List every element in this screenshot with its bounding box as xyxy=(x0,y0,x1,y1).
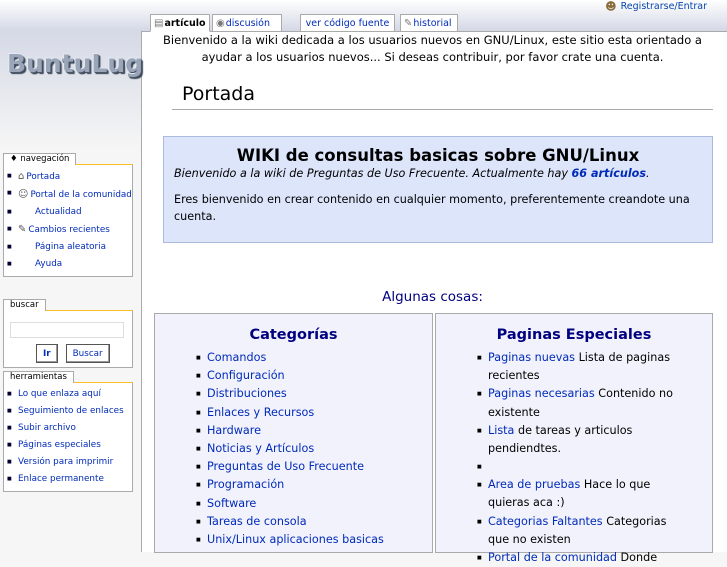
user-icon: ☻ xyxy=(605,0,617,13)
section-heading: Algunas cosas: xyxy=(382,289,483,305)
search-input[interactable] xyxy=(10,322,124,338)
sidebar-item-portada[interactable]: ⌂Portada xyxy=(7,168,132,186)
list-item: Paginas necesarias Contenido no existent… xyxy=(436,385,712,421)
changes-icon: ✎ xyxy=(18,224,27,235)
special-link[interactable]: Paginas nuevas xyxy=(488,351,575,364)
list-item xyxy=(436,458,712,476)
category-link[interactable]: Unix/Linux aplicaciones basicas xyxy=(155,531,432,549)
tab-history[interactable]: ✎historial xyxy=(400,14,458,31)
tools-portlet: herramientas Lo que enlaza aquí Seguimie… xyxy=(3,364,133,492)
list-item: Area de pruebas Hace lo que quieras aca … xyxy=(436,476,712,512)
sidebar-item-help[interactable]: Ayuda xyxy=(7,256,132,273)
sidebar-item-random-page[interactable]: Página aleatoria xyxy=(7,239,132,256)
people-icon: ☺ xyxy=(18,189,29,200)
sidebar-item-community-portal[interactable]: ☺Portal de la comunidad xyxy=(7,186,132,204)
special-link[interactable]: Paginas necesarias xyxy=(488,387,595,400)
category-link[interactable]: Preguntas de Uso Frecuente xyxy=(155,458,432,476)
history-icon: ✎ xyxy=(404,18,413,29)
tool-related-changes[interactable]: Seguimiento de enlaces xyxy=(7,403,132,420)
list-item: Categorias Faltantes Categorias que no e… xyxy=(436,513,712,549)
search-portlet: buscar Ir Buscar xyxy=(3,292,133,368)
tool-what-links-here[interactable]: Lo que enlaza aquí xyxy=(7,386,132,403)
article-icon: ▤ xyxy=(154,18,164,29)
navigation-portlet: ♦ navegación ⌂Portada ☺Portal de la comu… xyxy=(3,146,133,277)
intro-subtitle: Bienvenido a la wiki de Preguntas de Uso… xyxy=(174,167,650,180)
go-button[interactable]: Ir xyxy=(36,344,58,363)
category-link[interactable]: Software xyxy=(155,495,432,513)
intro-box: WIKI de consultas basicas sobre GNU/Linu… xyxy=(163,136,713,243)
special-pages-title[interactable]: Paginas Especiales xyxy=(436,314,712,349)
list-item: Portal de la comunidad Donde xyxy=(436,549,712,567)
site-logo[interactable]: BuntuLug xyxy=(7,49,143,78)
tab-article[interactable]: ▤artículo xyxy=(150,14,210,32)
list-item: Lista de tareas y articulos pendiendtes. xyxy=(436,422,712,458)
tools-title: herramientas xyxy=(3,371,74,383)
intro-title: WIKI de consultas basicas sobre GNU/Linu… xyxy=(236,146,640,165)
discussion-icon: ◉ xyxy=(216,18,225,29)
special-pages-box: Paginas Especiales Paginas nuevas Lista … xyxy=(435,313,713,567)
category-link[interactable]: Enlaces y Recursos xyxy=(155,404,432,422)
category-link[interactable]: Programación xyxy=(155,476,432,494)
tool-printable-version[interactable]: Versión para imprimir xyxy=(7,454,132,471)
intro-text: Eres bienvenido en crear contenido en cu… xyxy=(174,193,690,223)
search-button[interactable]: Buscar xyxy=(65,344,110,363)
categories-title[interactable]: Categorías xyxy=(155,314,432,349)
special-link[interactable]: Categorias Faltantes xyxy=(488,515,603,528)
home-icon: ⌂ xyxy=(18,171,25,182)
search-title: buscar xyxy=(3,299,46,311)
tab-view-source[interactable]: ver código fuente xyxy=(300,14,395,31)
navigation-title: ♦ navegación xyxy=(3,153,77,165)
personal-tools: ☻ Registrarse/Entrar xyxy=(605,0,707,13)
category-link[interactable]: Configuración xyxy=(155,367,432,385)
categories-box: Categorías Comandos Configuración Distri… xyxy=(154,313,433,553)
special-link[interactable]: Lista xyxy=(488,424,514,437)
sidebar-item-recent-changes[interactable]: ✎Cambios recientes xyxy=(7,221,132,239)
tab-discussion[interactable]: ◉discusión xyxy=(212,14,282,31)
special-link[interactable]: Portal de la comunidad xyxy=(488,551,617,564)
category-link[interactable]: Comandos xyxy=(155,349,432,367)
login-link[interactable]: Registrarse/Entrar xyxy=(621,1,707,12)
category-link[interactable]: Noticias y Artículos xyxy=(155,440,432,458)
site-notice: Bienvenido a la wiki dedicada a los usua… xyxy=(163,33,702,64)
article-count-link[interactable]: 66 artículos xyxy=(572,167,647,180)
tool-permanent-link[interactable]: Enlace permanente xyxy=(7,471,132,488)
category-link[interactable]: Distribuciones xyxy=(155,385,432,403)
sidebar-item-current-events[interactable]: Actualidad xyxy=(7,204,132,221)
tool-upload-file[interactable]: Subir archivo xyxy=(7,420,132,437)
list-item: Paginas nuevas Lista de paginas reciente… xyxy=(436,349,712,385)
special-link[interactable]: Area de pruebas xyxy=(488,478,580,491)
page-title: Portada xyxy=(172,78,713,110)
category-link[interactable]: Hardware xyxy=(155,422,432,440)
category-link[interactable]: Tareas de consola xyxy=(155,513,432,531)
tool-special-pages[interactable]: Páginas especiales xyxy=(7,437,132,454)
